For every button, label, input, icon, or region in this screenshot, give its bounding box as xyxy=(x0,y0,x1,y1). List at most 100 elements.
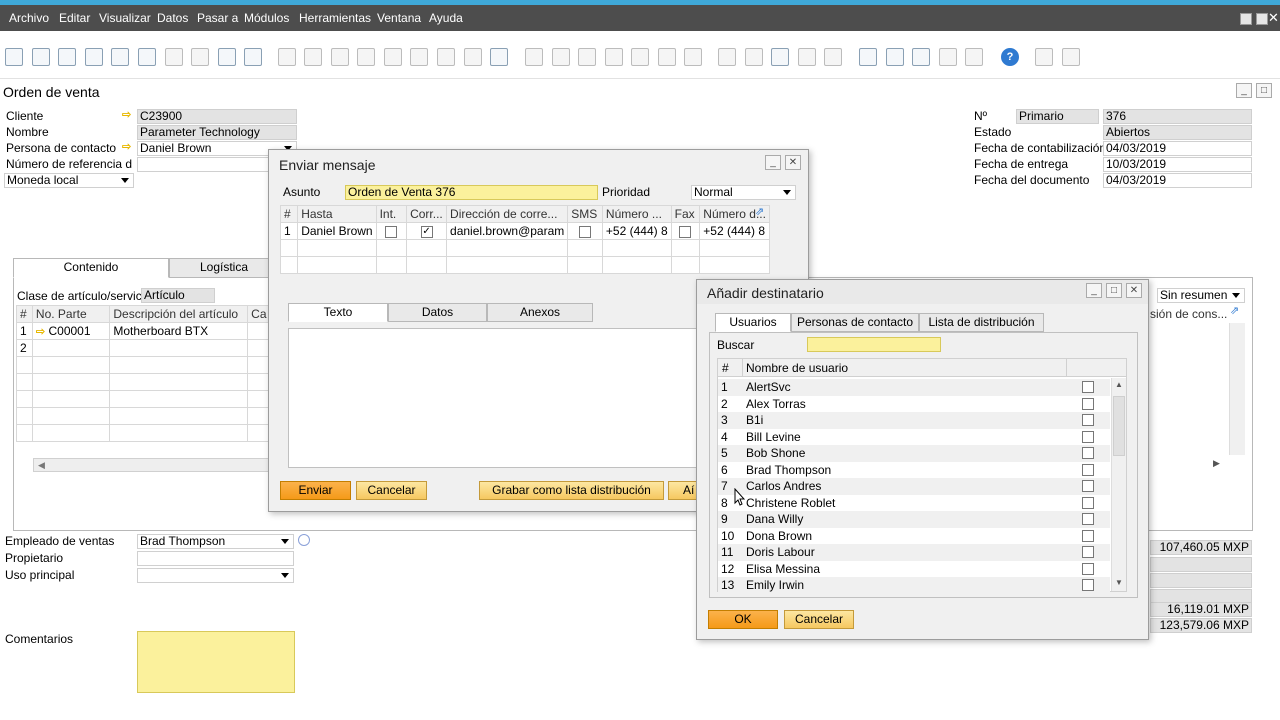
form-maximize-icon[interactable]: □ xyxy=(1256,83,1272,98)
report-icon[interactable] xyxy=(912,48,930,66)
int-checkbox-cell[interactable] xyxy=(375,222,408,240)
base-doc-icon[interactable] xyxy=(525,48,543,66)
cancelar-mensaje-button[interactable]: Cancelar xyxy=(356,481,427,500)
menu-editar[interactable]: Editar xyxy=(59,11,90,25)
add-record-icon[interactable] xyxy=(304,48,322,66)
form-minimize-icon[interactable]: _ xyxy=(1236,83,1252,98)
settings-icon[interactable] xyxy=(745,48,763,66)
preview-icon[interactable] xyxy=(684,48,702,66)
approve-icon[interactable] xyxy=(771,48,789,66)
menu-archivo[interactable]: Archivo xyxy=(9,11,49,25)
row-numero1[interactable]: +52 (444) 8 xyxy=(601,222,672,240)
new-doc-icon[interactable] xyxy=(5,48,23,66)
col-sms[interactable]: SMS xyxy=(567,205,603,223)
window-tile-icon[interactable] xyxy=(1035,48,1053,66)
anadir-button[interactable]: Aí xyxy=(668,481,698,500)
referencia-field[interactable] xyxy=(137,157,272,172)
user-select-checkbox[interactable] xyxy=(1082,430,1094,443)
app-close-icon[interactable]: ✕ xyxy=(1268,10,1279,26)
table-row[interactable] xyxy=(16,356,276,374)
find-icon[interactable] xyxy=(278,48,296,66)
col-int[interactable]: Int. xyxy=(375,205,408,223)
alert-icon[interactable] xyxy=(824,48,842,66)
tab-personas-contacto[interactable]: Personas de contacto xyxy=(791,313,919,332)
tab-logistica[interactable]: Logística xyxy=(169,258,279,278)
scroll-down-icon[interactable]: ▼ xyxy=(1115,578,1123,587)
list-item[interactable]: 4 Bill Levine xyxy=(718,428,1110,445)
tab-usuarios[interactable]: Usuarios xyxy=(715,313,791,332)
list-item[interactable]: 13 Emily Irwin xyxy=(718,577,1110,594)
print-icon[interactable] xyxy=(32,48,50,66)
list-item[interactable]: 3 B1i xyxy=(718,412,1110,429)
scroll-left-icon[interactable]: ◀ xyxy=(38,460,45,471)
journal-icon[interactable] xyxy=(631,48,649,66)
moneda-dropdown-icon[interactable] xyxy=(121,178,129,183)
sms-checkbox[interactable] xyxy=(579,225,592,238)
sms-checkbox-cell[interactable] xyxy=(567,222,603,240)
ok-button[interactable]: OK xyxy=(708,610,778,629)
menu-pasar-a[interactable]: Pasar a xyxy=(197,11,238,25)
edit-icon[interactable] xyxy=(718,48,736,66)
col-conversion[interactable]: sión de cons... xyxy=(1150,307,1227,321)
destinatario-close-icon[interactable]: ✕ xyxy=(1126,283,1142,298)
help-icon[interactable]: ? xyxy=(1001,48,1019,66)
tab-anexos[interactable]: Anexos xyxy=(487,303,593,322)
list-item[interactable]: 11 Doris Labour xyxy=(718,544,1110,561)
list-item[interactable]: 9 Dana Willy xyxy=(718,511,1110,528)
word-export-icon[interactable] xyxy=(165,48,183,66)
sort-icon[interactable] xyxy=(490,48,508,66)
excel-export-icon[interactable] xyxy=(138,48,156,66)
enviar-button[interactable]: Enviar xyxy=(280,481,351,500)
previous-record-icon[interactable] xyxy=(357,48,375,66)
horizontal-scrollbar[interactable]: ◀ xyxy=(33,458,273,472)
list-item[interactable]: 12 Elisa Messina xyxy=(718,560,1110,577)
calendar-icon[interactable] xyxy=(859,48,877,66)
app-minimize-icon[interactable] xyxy=(1240,13,1252,25)
row-numero2[interactable]: +52 (444) 8 xyxy=(699,222,770,240)
user-select-checkbox[interactable] xyxy=(1082,447,1094,459)
col-num[interactable]: # xyxy=(722,361,729,375)
menu-ayuda[interactable]: Ayuda xyxy=(429,11,463,25)
message-icon[interactable] xyxy=(798,48,816,66)
menu-visualizar[interactable]: Visualizar xyxy=(99,11,151,25)
menu-ventana[interactable]: Ventana xyxy=(377,11,421,25)
user-select-checkbox[interactable] xyxy=(1082,480,1094,492)
layout-icon[interactable] xyxy=(658,48,676,66)
clase-field[interactable]: Artículo xyxy=(141,288,215,303)
correo-checkbox[interactable]: ✓ xyxy=(420,225,433,238)
user-select-checkbox[interactable] xyxy=(1082,463,1094,476)
int-checkbox[interactable] xyxy=(385,225,398,238)
prioridad-dropdown-icon[interactable] xyxy=(783,190,791,195)
row-email[interactable]: daniel.brown@param xyxy=(446,222,569,240)
col-descripcion[interactable]: Descripción del artículo xyxy=(109,305,249,323)
fecha-contab-field[interactable]: 04/03/2019 xyxy=(1103,141,1252,156)
list-item[interactable]: 10 Dona Brown xyxy=(718,527,1110,544)
serie-field[interactable]: Primario xyxy=(1016,109,1099,124)
row-parte[interactable] xyxy=(31,339,111,357)
fecha-doc-field[interactable]: 04/03/2019 xyxy=(1103,173,1252,188)
user-select-checkbox[interactable] xyxy=(1082,579,1094,591)
gross-profit-icon[interactable] xyxy=(578,48,596,66)
row-descripcion[interactable] xyxy=(109,339,249,357)
user-icon[interactable] xyxy=(965,48,983,66)
expand-recipients-icon[interactable]: ⇗ xyxy=(755,205,764,218)
nombre-field[interactable]: Parameter Technology xyxy=(137,125,297,140)
table-row[interactable] xyxy=(16,390,276,408)
mensaje-close-icon[interactable]: ✕ xyxy=(785,155,801,170)
refresh-icon[interactable] xyxy=(437,48,455,66)
col-num[interactable]: # xyxy=(16,305,33,323)
cancelar-destinatario-button[interactable]: Cancelar xyxy=(784,610,854,629)
user-select-checkbox[interactable] xyxy=(1082,513,1094,525)
fax-checkbox-cell[interactable] xyxy=(670,222,701,240)
list-item[interactable]: 2 Alex Torras xyxy=(718,395,1110,412)
empleado-info-icon[interactable] xyxy=(298,534,310,546)
col-num[interactable]: # xyxy=(279,205,299,223)
window-cascade-icon[interactable] xyxy=(1062,48,1080,66)
filter-icon[interactable] xyxy=(464,48,482,66)
resumen-select[interactable]: Sin resumen xyxy=(1157,288,1245,303)
destinatario-maximize-icon[interactable]: □ xyxy=(1106,283,1122,298)
estado-field[interactable]: Abiertos xyxy=(1103,125,1252,140)
fecha-entrega-field[interactable]: 10/03/2019 xyxy=(1103,157,1252,172)
grid-vertical-scrollbar[interactable] xyxy=(1229,323,1245,455)
menu-herramientas[interactable]: Herramientas xyxy=(299,11,371,25)
